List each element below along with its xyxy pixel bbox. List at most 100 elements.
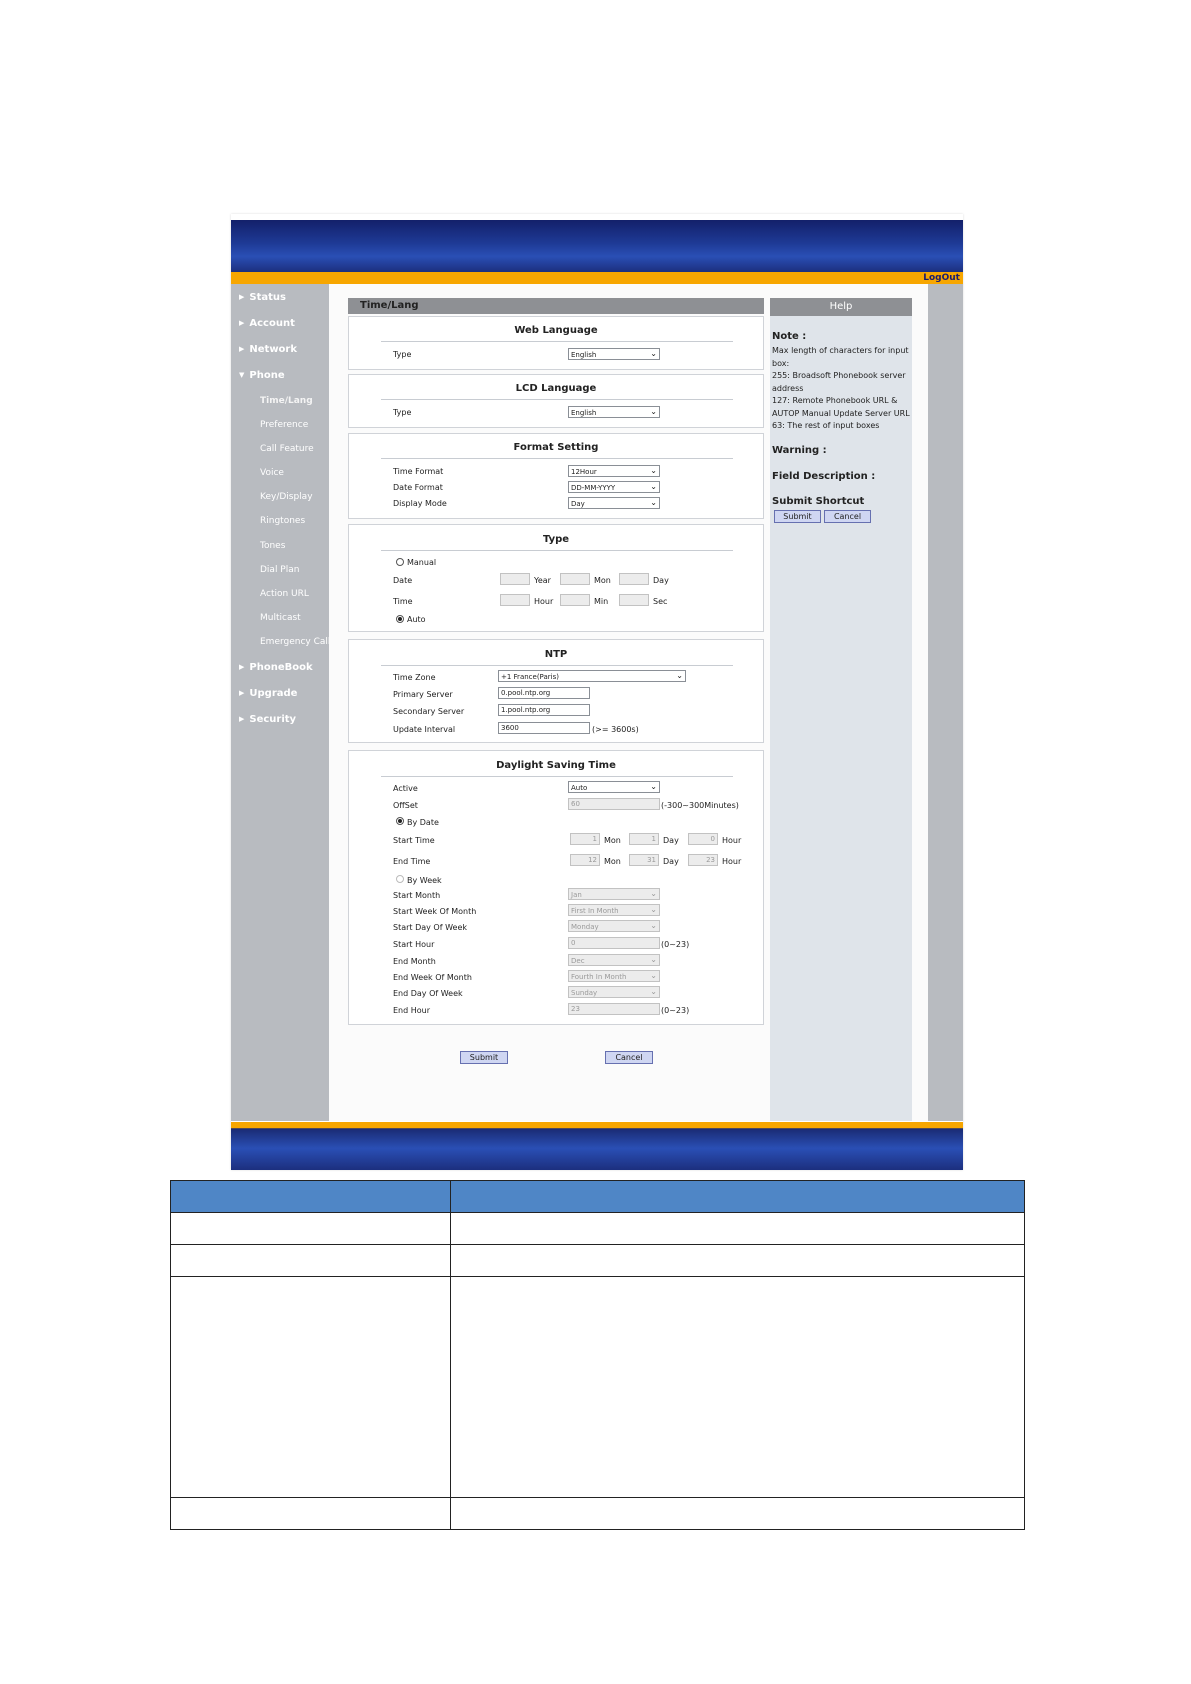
sidebar-item-upgrade[interactable]: ▶ Upgrade <box>239 688 297 699</box>
unit-label: Hour <box>722 836 742 845</box>
sidebar-item-phonebook[interactable]: ▶ PhoneBook <box>239 662 313 673</box>
logout-link[interactable]: LogOut <box>923 272 960 284</box>
start-week-select[interactable]: First In Month ⌄ <box>568 904 660 916</box>
field-label: Time <box>393 597 413 606</box>
panel-title: Type <box>542 534 570 545</box>
end-day-of-week-select[interactable]: Sunday ⌄ <box>568 986 660 998</box>
primary-server-input[interactable]: 0.pool.ntp.org <box>498 687 590 699</box>
sidebar-subitem-ringtones[interactable]: Ringtones <box>260 516 305 526</box>
sidebar-subitem-emergency-call[interactable]: Emergency Call <box>260 637 330 647</box>
chevron-down-icon: ⌄ <box>650 482 657 491</box>
time-format-select[interactable]: 12Hour ⌄ <box>568 465 660 477</box>
month-input[interactable] <box>560 573 590 585</box>
hour-input[interactable] <box>500 594 530 606</box>
unit-label: Mon <box>604 836 621 845</box>
panel-title: LCD Language <box>515 383 597 394</box>
field-label: Start Month <box>393 891 441 900</box>
sidebar-subitem-multicast[interactable]: Multicast <box>260 613 301 623</box>
update-interval-input[interactable]: 3600 <box>498 722 590 734</box>
field-label: Start Time <box>393 836 435 845</box>
unit-label: Hour <box>534 597 554 606</box>
chevron-down-icon: ⌄ <box>650 905 657 914</box>
date-format-select[interactable]: DD-MM-YYYY ⌄ <box>568 481 660 493</box>
shortcut-submit-button[interactable]: Submit <box>774 510 821 523</box>
field-label: Start Day Of Week <box>393 923 467 932</box>
panel-title: Format Setting <box>513 442 599 453</box>
unit-label: Mon <box>594 576 611 585</box>
field-label: Start Week Of Month <box>393 907 477 916</box>
web-language-panel: Web Language Type English ⌄ <box>348 316 764 370</box>
start-hour-input[interactable]: 0 <box>688 833 718 845</box>
field-label: End Day Of Week <box>393 989 463 998</box>
chevron-down-icon: ⌄ <box>650 921 657 930</box>
sidebar-subitem-tones[interactable]: Tones <box>260 541 285 551</box>
help-field-description-heading: Field Description : <box>772 471 876 482</box>
sidebar-item-status[interactable]: ▶ Status <box>239 292 286 303</box>
by-week-radio[interactable] <box>396 875 404 883</box>
type-panel: Type Manual Date Year Mon Day Time Hour … <box>348 524 764 632</box>
top-banner <box>231 220 963 272</box>
panel-title: Daylight Saving Time <box>496 760 616 771</box>
by-date-radio[interactable] <box>396 817 404 825</box>
field-label: Date Format <box>393 483 443 492</box>
table-header-row <box>170 1180 1025 1213</box>
field-label: OffSet <box>393 801 418 810</box>
divider <box>381 458 733 459</box>
format-setting-panel: Format Setting Time Format 12Hour ⌄ Date … <box>348 433 764 519</box>
end-hour-input[interactable]: 23 <box>688 854 718 866</box>
parameter-table <box>170 1180 1025 1530</box>
secondary-server-input[interactable]: 1.pool.ntp.org <box>498 704 590 716</box>
sidebar-subitem-dial-plan[interactable]: Dial Plan <box>260 565 299 575</box>
end-month-input[interactable]: 12 <box>570 854 600 866</box>
start-day-input[interactable]: 1 <box>629 833 659 845</box>
divider <box>381 399 733 400</box>
table-row <box>170 1213 1025 1245</box>
auto-radio[interactable] <box>396 615 404 623</box>
radio-label: By Date <box>407 818 439 827</box>
time-zone-select[interactable]: +1 France(Paris) ⌄ <box>498 670 686 682</box>
divider <box>381 550 733 551</box>
field-label: Update Interval <box>393 725 456 734</box>
sidebar-subitem-key-display[interactable]: Key/Display <box>260 492 313 502</box>
unit-label: Day <box>663 836 679 845</box>
chevron-down-icon: ⌄ <box>650 782 657 791</box>
help-note-heading: Note : <box>772 331 807 342</box>
sidebar-item-phone[interactable]: ▼ Phone <box>239 370 285 381</box>
sidebar-item-security[interactable]: ▶ Security <box>239 714 296 725</box>
minute-input[interactable] <box>560 594 590 606</box>
shortcut-cancel-button[interactable]: Cancel <box>824 510 871 523</box>
lcd-language-select[interactable]: English ⌄ <box>568 406 660 418</box>
start-month-select[interactable]: Jan ⌄ <box>568 888 660 900</box>
end-month-select[interactable]: Dec ⌄ <box>568 954 660 966</box>
sidebar-subitem-call-feature[interactable]: Call Feature <box>260 444 314 454</box>
hint-text: (0~23) <box>661 1006 690 1015</box>
sidebar-subitem-preference[interactable]: Preference <box>260 420 308 430</box>
day-input[interactable] <box>619 573 649 585</box>
start-month-input[interactable]: 1 <box>570 833 600 845</box>
sidebar-subitem-voice[interactable]: Voice <box>260 468 284 478</box>
submit-button[interactable]: Submit <box>460 1051 508 1064</box>
offset-input[interactable]: 60 <box>568 798 660 810</box>
end-hour-week-input[interactable]: 23 <box>568 1003 660 1015</box>
ntp-panel: NTP Time Zone +1 France(Paris) ⌄ Primary … <box>348 639 764 743</box>
year-input[interactable] <box>500 573 530 585</box>
end-week-select[interactable]: Fourth In Month ⌄ <box>568 970 660 982</box>
sidebar-subitem-time-lang[interactable]: Time/Lang <box>260 396 313 406</box>
cancel-button[interactable]: Cancel <box>605 1051 653 1064</box>
sidebar-item-account[interactable]: ▶ Account <box>239 318 295 329</box>
second-input[interactable] <box>619 594 649 606</box>
sidebar-subitem-action-url[interactable]: Action URL <box>260 589 309 599</box>
web-language-select[interactable]: English ⌄ <box>568 348 660 360</box>
unit-label: Hour <box>722 857 742 866</box>
field-label: Display Mode <box>393 499 447 508</box>
chevron-down-icon: ⌄ <box>650 987 657 996</box>
manual-radio[interactable] <box>396 558 404 566</box>
start-day-of-week-select[interactable]: Monday ⌄ <box>568 920 660 932</box>
divider <box>381 665 733 666</box>
start-hour-week-input[interactable]: 0 <box>568 937 660 949</box>
end-day-input[interactable]: 31 <box>629 854 659 866</box>
chevron-down-icon: ⌄ <box>650 889 657 898</box>
sidebar-item-network[interactable]: ▶ Network <box>239 344 297 355</box>
display-mode-select[interactable]: Day ⌄ <box>568 497 660 509</box>
dst-active-select[interactable]: Auto ⌄ <box>568 781 660 793</box>
